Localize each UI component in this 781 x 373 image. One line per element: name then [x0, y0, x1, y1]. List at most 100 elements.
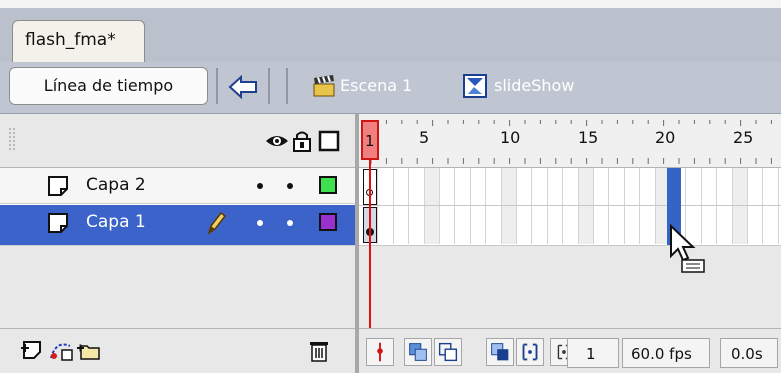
frame-cell[interactable] [455, 206, 471, 244]
outline-color-swatch[interactable] [319, 213, 337, 231]
frame-cell[interactable] [547, 168, 564, 206]
symbol-label[interactable]: slideShow [494, 76, 574, 95]
layer-page-icon [48, 213, 68, 233]
outline-color-swatch[interactable] [319, 176, 337, 194]
playhead-line[interactable] [369, 160, 371, 328]
frame-cell[interactable] [563, 206, 579, 244]
frame-cell[interactable] [563, 168, 579, 206]
frame-cell[interactable] [686, 168, 702, 206]
onion-skin-outlines-icon[interactable] [434, 338, 462, 366]
scene-label[interactable]: Escena 1 [340, 76, 412, 95]
timeline-toggle-button[interactable]: Línea de tiempo [9, 67, 208, 105]
frame-cell[interactable] [701, 168, 718, 206]
frame-cell[interactable] [440, 168, 456, 206]
onion-markers-icon[interactable] [516, 338, 544, 366]
edit-multiple-frames-icon[interactable] [486, 338, 514, 366]
frame-cell[interactable] [424, 206, 440, 244]
frame-cell[interactable] [732, 168, 748, 206]
frame-cell[interactable] [640, 206, 656, 244]
frame-cell[interactable] [748, 206, 764, 244]
layer-row[interactable]: Capa 1 [0, 205, 355, 246]
frame-cell[interactable] [624, 206, 641, 244]
frame-cell[interactable] [624, 168, 641, 206]
frames-grid[interactable] [359, 168, 781, 246]
lock-dot[interactable] [287, 183, 293, 189]
back-arrow-icon[interactable] [228, 74, 258, 100]
playhead[interactable]: 1 [361, 120, 379, 160]
frame-cell[interactable] [532, 168, 548, 206]
visibility-dot[interactable] [257, 220, 263, 226]
elapsed-time-field[interactable]: 0.0s [720, 338, 778, 368]
outline-icon[interactable] [317, 130, 341, 152]
frame-cell[interactable] [486, 168, 502, 206]
frame-cell[interactable] [486, 206, 502, 244]
frame-cell[interactable] [393, 168, 410, 206]
frame-cell[interactable] [609, 168, 625, 206]
insert-layer-folder-icon[interactable] [76, 338, 102, 362]
frame-cell[interactable] [532, 206, 548, 244]
scene-clapper-icon[interactable] [311, 73, 337, 99]
layer-row[interactable]: Capa 2 [0, 168, 355, 204]
current-frame-field[interactable]: 1 [567, 338, 619, 368]
frame-cell[interactable] [717, 206, 733, 244]
frame-cell[interactable] [517, 168, 533, 206]
frame-ruler[interactable]: 5 10 15 20 25 [359, 114, 781, 168]
timeline-empty-area [359, 246, 781, 328]
grip-handle-icon[interactable] [8, 128, 16, 152]
document-tab[interactable]: flash_fma* [12, 20, 145, 64]
frame-cell[interactable] [409, 168, 425, 206]
add-motion-guide-icon[interactable] [48, 338, 74, 362]
layers-empty-area [0, 246, 355, 328]
insert-layer-icon[interactable] [20, 338, 46, 362]
frame-cell[interactable] [594, 206, 610, 244]
visibility-dot[interactable] [257, 183, 263, 189]
frame-cell[interactable] [763, 206, 779, 244]
ruler-label: 5 [419, 128, 430, 147]
frame-cell[interactable] [763, 168, 779, 206]
timeline-toggle-label: Línea de tiempo [43, 76, 174, 95]
frame-cell[interactable] [640, 168, 656, 206]
cursor-hand-icon [670, 224, 705, 273]
frame-cell[interactable] [732, 206, 748, 244]
frame-cell[interactable] [470, 206, 487, 244]
frame-cell[interactable] [578, 206, 594, 244]
edit-bar: Línea de tiempo Escena 1 slideShow [0, 62, 781, 114]
playhead-frame-label: 1 [365, 132, 375, 150]
frame-cell[interactable] [393, 206, 410, 244]
frame-cell[interactable] [440, 206, 456, 244]
trash-icon[interactable] [306, 338, 332, 362]
frame-cell[interactable] [424, 168, 440, 206]
layer-name[interactable]: Capa 2 [86, 175, 146, 195]
center-frame-icon[interactable] [366, 338, 394, 366]
frame-rate-field[interactable]: 60.0 fps [622, 338, 710, 368]
eye-icon[interactable] [265, 130, 289, 152]
timeline-panel: flash_fma* Línea de tiempo Escena 1 slid… [0, 0, 781, 373]
frame-cell[interactable] [378, 168, 394, 206]
frame-cell[interactable] [409, 206, 425, 244]
pencil-icon [207, 211, 227, 235]
frame-cell[interactable] [547, 206, 564, 244]
movieclip-symbol-icon[interactable] [462, 73, 488, 99]
lock-dot[interactable] [287, 220, 293, 226]
ruler-label: 20 [655, 128, 676, 147]
layer-page-icon [48, 176, 68, 196]
ruler-label: 25 [733, 128, 754, 147]
frame-cell[interactable] [578, 168, 594, 206]
frame-cell[interactable] [501, 168, 517, 206]
frame-cell[interactable] [594, 168, 610, 206]
layer-name[interactable]: Capa 1 [86, 212, 146, 232]
frame-cell[interactable] [470, 168, 487, 206]
frame-cell[interactable] [455, 168, 471, 206]
frame-cell[interactable] [609, 206, 625, 244]
frame-cell[interactable] [378, 206, 394, 244]
ruler-label: 10 [500, 128, 521, 147]
document-tab-label: flash_fma* [25, 30, 116, 50]
frame-cell[interactable] [517, 206, 533, 244]
frame-cell[interactable] [501, 206, 517, 244]
document-tab-strip: flash_fma* [0, 0, 781, 64]
lock-icon[interactable] [290, 130, 314, 152]
onion-skin-icon[interactable] [404, 338, 432, 366]
ruler-label: 15 [578, 128, 599, 147]
frame-cell[interactable] [748, 168, 764, 206]
frame-cell[interactable] [717, 168, 733, 206]
